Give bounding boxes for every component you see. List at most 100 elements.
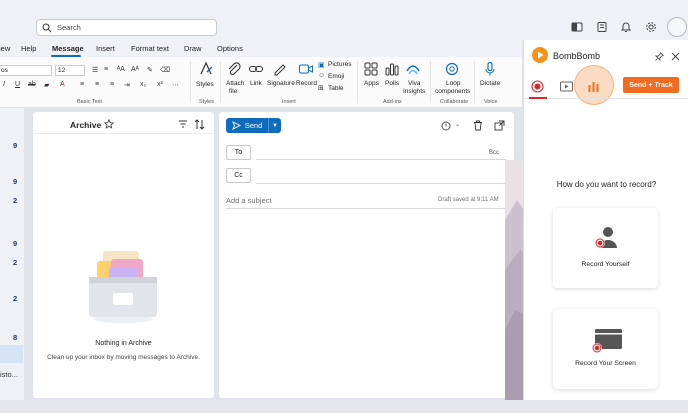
sort-icon[interactable]: [194, 119, 205, 130]
sensitivity-icon[interactable]: [441, 121, 451, 131]
send-label: Send: [244, 121, 263, 130]
emoji-icon[interactable]: ☺: [318, 72, 325, 79]
loop-label[interactable]: Loop: [446, 80, 460, 87]
selected-list-item[interactable]: [0, 345, 23, 363]
attach-icon[interactable]: [226, 61, 242, 77]
font-name-select[interactable]: os: [0, 65, 52, 76]
numbering-icon[interactable]: ≡: [104, 66, 108, 73]
dictate-label[interactable]: Dictate: [480, 80, 500, 87]
table-icon[interactable]: ⊞: [318, 84, 324, 92]
delete-icon[interactable]: [473, 120, 483, 131]
subject-input[interactable]: Add a subject: [226, 196, 271, 205]
table-label[interactable]: Table: [328, 85, 344, 92]
analytics-tab-icon[interactable]: [587, 80, 600, 93]
to-field[interactable]: [256, 159, 506, 160]
person-record-icon: [595, 227, 617, 248]
list-item-text: isto...: [0, 370, 18, 379]
font-color-icon[interactable]: A: [60, 81, 65, 88]
send-options-chevron-icon[interactable]: ▼: [269, 123, 281, 129]
styles-icon[interactable]: [198, 61, 214, 77]
emoji-label[interactable]: Emoji: [328, 73, 344, 80]
superscript-icon[interactable]: x²: [157, 81, 163, 88]
pictures-label[interactable]: Pictures: [328, 61, 351, 68]
bell-icon[interactable]: [620, 21, 632, 33]
gear-icon[interactable]: [645, 21, 657, 33]
font-grow-icon[interactable]: ᴬA: [117, 66, 125, 73]
list-item[interactable]: 9: [13, 239, 17, 248]
italic-icon[interactable]: I: [3, 81, 5, 88]
popout-icon[interactable]: [494, 120, 505, 131]
viva-insights-icon[interactable]: [405, 61, 421, 77]
panel-title: BombBomb: [553, 51, 601, 61]
cc-button[interactable]: Cc: [226, 168, 251, 183]
polls-icon[interactable]: [384, 61, 400, 77]
font-shrink-icon[interactable]: Aᴬ: [131, 66, 139, 73]
more-icon[interactable]: ⋯: [172, 81, 179, 89]
list-item[interactable]: 8: [13, 333, 17, 342]
highlight-icon[interactable]: ▰: [44, 81, 49, 89]
send-track-button[interactable]: Send + Track: [623, 77, 679, 93]
clear-format-icon[interactable]: ⌫: [160, 66, 170, 74]
tab-insert[interactable]: Insert: [96, 44, 115, 53]
polls-label[interactable]: Polls: [385, 80, 399, 87]
tab-message[interactable]: Message: [52, 44, 84, 53]
cc-field[interactable]: [256, 183, 506, 184]
folder-title: Archive: [70, 120, 102, 130]
list-item[interactable]: 2: [13, 196, 17, 205]
link-icon[interactable]: [248, 61, 264, 77]
pin-icon[interactable]: [655, 52, 664, 61]
sensitivity-chevron-icon[interactable]: ⌄: [455, 121, 460, 128]
list-item[interactable]: 2: [13, 294, 17, 303]
subscript-icon[interactable]: x₂: [140, 81, 146, 88]
excel-icon[interactable]: [571, 21, 583, 33]
record-label[interactable]: Record: [296, 80, 317, 87]
close-icon[interactable]: [671, 52, 680, 61]
videos-tab-icon[interactable]: [560, 81, 573, 92]
bombbomb-panel: BombBomb Send + Track How do you want to…: [523, 40, 688, 400]
notes-icon[interactable]: [596, 21, 608, 33]
bcc-link[interactable]: Bcc: [489, 150, 499, 156]
record-screen-label: Record Your Screen: [575, 360, 636, 367]
link-label[interactable]: Link: [250, 80, 262, 87]
underline-icon[interactable]: U: [15, 81, 20, 88]
list-item[interactable]: 2: [13, 258, 17, 267]
star-icon[interactable]: [104, 119, 114, 129]
signature-label[interactable]: Signature: [267, 80, 295, 87]
search-box[interactable]: Search: [36, 19, 217, 36]
viva-label[interactable]: Viva: [408, 80, 421, 87]
to-button[interactable]: To: [226, 145, 251, 160]
styles-label[interactable]: Styles: [196, 81, 214, 88]
record-screen-card[interactable]: Record Your Screen: [553, 309, 658, 389]
brush-icon[interactable]: ✎: [147, 66, 153, 74]
font-size-select[interactable]: 12: [55, 65, 85, 76]
list-item[interactable]: 9: [13, 141, 17, 150]
bottom-bar: [0, 400, 688, 413]
loop-icon[interactable]: [444, 61, 460, 77]
record-yourself-card[interactable]: Record Yourself: [553, 208, 658, 288]
signature-icon[interactable]: [272, 61, 288, 77]
pictures-icon[interactable]: ▣: [318, 61, 325, 69]
record-tab-icon[interactable]: [531, 80, 544, 93]
microphone-icon[interactable]: [482, 61, 498, 77]
attach-label[interactable]: Attach: [226, 80, 244, 87]
tab-help[interactable]: Help: [21, 44, 36, 53]
attach-label-2: file: [229, 88, 238, 95]
align-left-icon[interactable]: ≡: [80, 81, 84, 88]
align-right-icon[interactable]: ≡: [110, 81, 114, 88]
indent-icon[interactable]: ⇥: [124, 81, 130, 89]
record-icon[interactable]: [298, 61, 314, 77]
align-center-icon[interactable]: ≡: [95, 81, 99, 88]
bullets-icon[interactable]: ☰: [92, 66, 98, 74]
filter-icon[interactable]: [178, 119, 188, 129]
tab-options[interactable]: Options: [217, 44, 243, 53]
avatar[interactable]: [667, 17, 687, 37]
strikethrough-icon[interactable]: ab: [28, 81, 36, 88]
tab-view[interactable]: iew: [0, 44, 10, 53]
apps-icon[interactable]: [363, 61, 379, 77]
tab-format-text[interactable]: Format text: [131, 44, 169, 53]
send-button[interactable]: Send ▼: [226, 118, 281, 133]
list-item[interactable]: 9: [13, 177, 17, 186]
tab-draw[interactable]: Draw: [184, 44, 202, 53]
tabs-divider: [524, 98, 688, 99]
apps-label[interactable]: Apps: [364, 80, 379, 87]
